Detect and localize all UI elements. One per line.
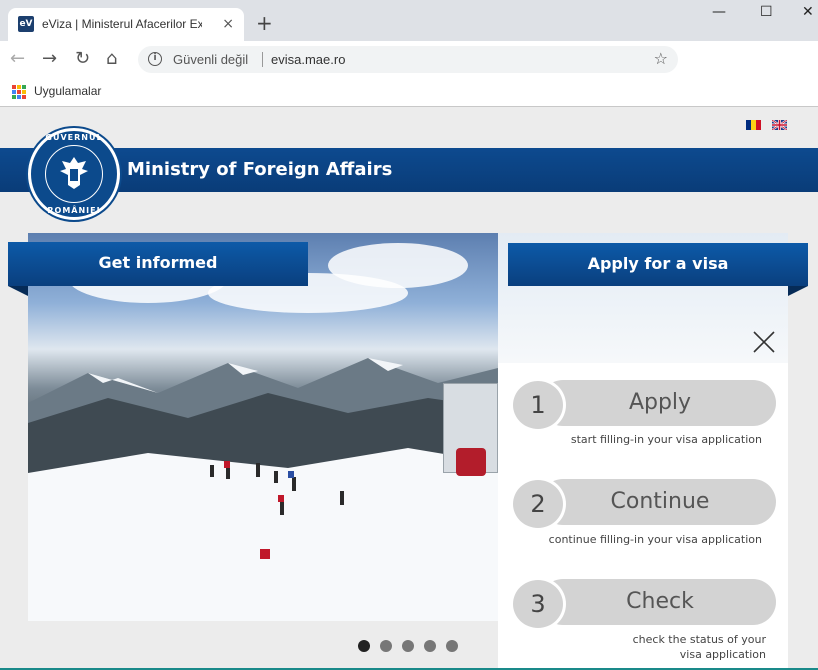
site-title[interactable]: Ministry of Foreign Affairs xyxy=(127,159,392,181)
security-indicator[interactable]: Güvenli değil xyxy=(173,52,248,67)
step-description: continue filling-in your visa applicatio… xyxy=(548,533,762,546)
apply-visa-ribbon[interactable]: Apply for a visa xyxy=(508,243,808,286)
close-icon[interactable] xyxy=(752,330,776,354)
seal-top-text: GUVERNUL xyxy=(45,133,103,142)
seal-bottom-text: ROMÂNIEI xyxy=(47,206,101,215)
carousel-slide[interactable] xyxy=(28,233,498,621)
step-number-badge: 1 xyxy=(510,378,566,432)
step-number: 3 xyxy=(530,590,546,618)
minimize-button[interactable]: — xyxy=(712,4,726,20)
cloud xyxy=(328,243,468,288)
address-separator xyxy=(262,52,263,67)
gondola xyxy=(456,448,486,476)
ro-flag-icon[interactable] xyxy=(746,120,761,130)
apps-bookmark[interactable]: Uygulamalar xyxy=(34,84,101,99)
ribbon-fold xyxy=(8,286,28,296)
browser-tab[interactable]: eV eViza | Ministerul Afacerilor Exter × xyxy=(8,8,244,41)
step-number-badge: 2 xyxy=(510,477,566,531)
carousel-dot[interactable] xyxy=(424,640,436,652)
page: Ministry of Foreign Affairs GUVERNUL ROM… xyxy=(0,108,818,670)
apply-visa-label: Apply for a visa xyxy=(587,254,729,273)
maximize-button[interactable]: ☐ xyxy=(760,4,773,20)
carousel-dot[interactable] xyxy=(358,640,370,652)
carousel-dots xyxy=(358,640,458,652)
carousel-dot[interactable] xyxy=(446,640,458,652)
reload-button[interactable]: ↻ xyxy=(75,50,90,68)
browser-toolbar: ← → ↻ ⌂ i Güvenli değil evisa.mae.ro ☆ xyxy=(0,41,818,77)
get-informed-label: Get informed xyxy=(98,253,218,272)
eagle-icon xyxy=(60,157,88,189)
bookmarks-bar: Uygulamalar xyxy=(0,77,818,107)
url-text[interactable]: evisa.mae.ro xyxy=(271,52,345,67)
step-number: 1 xyxy=(530,391,546,419)
uk-flag-icon[interactable] xyxy=(772,120,787,130)
step-description: start filling-in your visa application xyxy=(570,433,762,446)
carousel-dot[interactable] xyxy=(402,640,414,652)
step-continue-button[interactable]: 2 Continue xyxy=(510,477,776,531)
info-icon[interactable]: i xyxy=(148,52,162,66)
step-number: 2 xyxy=(530,490,546,518)
home-button[interactable]: ⌂ xyxy=(106,50,117,68)
ribbon-fold xyxy=(788,286,808,296)
step-description: check the status of your visa applicatio… xyxy=(632,633,766,661)
apps-grid-icon[interactable] xyxy=(12,85,26,99)
step-check-button[interactable]: 3 Check xyxy=(510,577,776,631)
carousel-dot[interactable] xyxy=(380,640,392,652)
step-label: Continue xyxy=(610,489,710,514)
get-informed-ribbon[interactable]: Get informed xyxy=(8,242,308,286)
step-number-badge: 3 xyxy=(510,577,566,631)
header-band: Ministry of Foreign Affairs xyxy=(0,148,818,192)
tab-title: eViza | Ministerul Afacerilor Exter xyxy=(42,17,202,31)
back-button[interactable]: ← xyxy=(10,50,25,68)
step-apply-button[interactable]: 1 Apply xyxy=(510,378,776,432)
favicon-icon: eV xyxy=(18,16,34,32)
browser-tabstrip: eV eViza | Ministerul Afacerilor Exter ×… xyxy=(0,0,818,41)
forward-button[interactable]: → xyxy=(42,50,57,68)
tab-close-icon[interactable]: × xyxy=(222,16,234,32)
government-seal-logo[interactable]: GUVERNUL ROMÂNIEI xyxy=(28,128,120,220)
address-bar[interactable]: i Güvenli değil evisa.mae.ro ☆ xyxy=(138,46,678,73)
new-tab-button[interactable]: + xyxy=(256,12,273,34)
snow-slope xyxy=(28,448,498,621)
step-label: Check xyxy=(626,589,694,614)
close-window-button[interactable]: ✕ xyxy=(802,4,814,20)
star-icon[interactable]: ☆ xyxy=(654,50,668,68)
step-label: Apply xyxy=(628,390,692,415)
